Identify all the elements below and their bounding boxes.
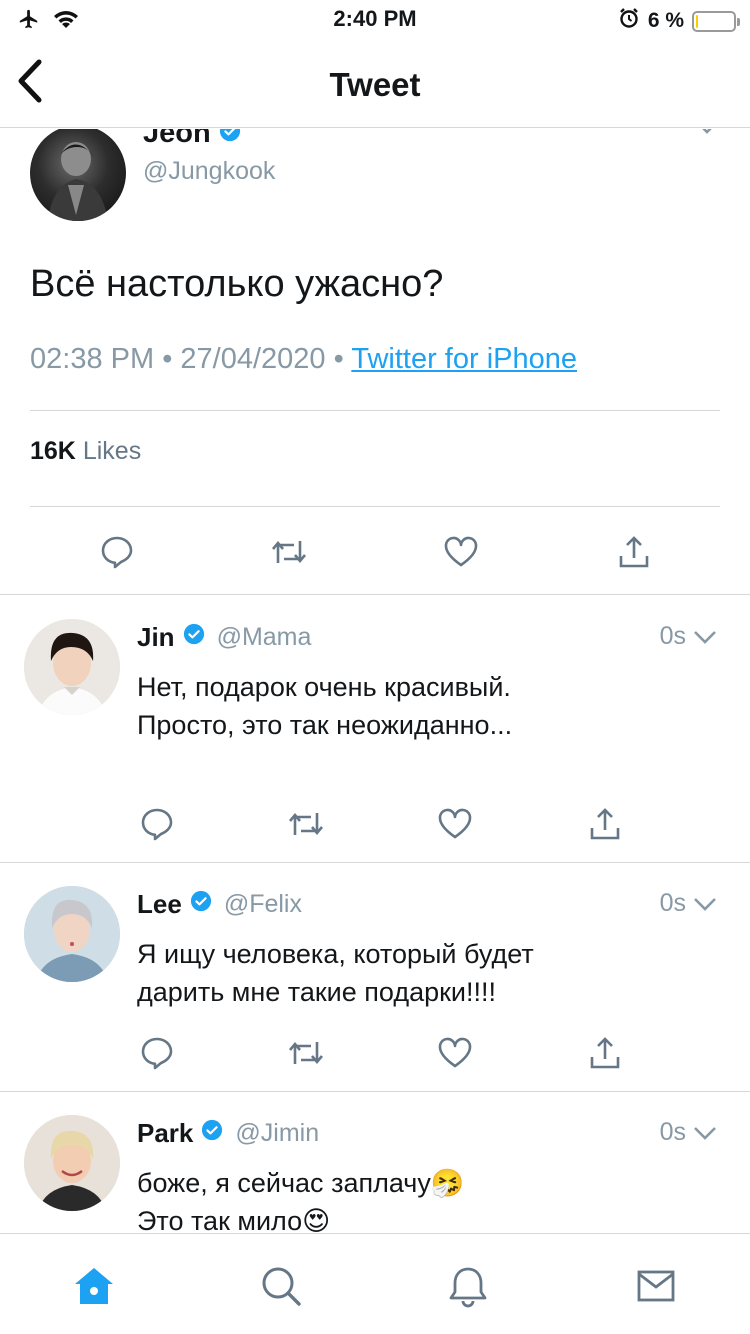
verified-badge-icon	[219, 129, 241, 147]
reply-time-row: 0s	[660, 889, 718, 918]
avatar[interactable]	[24, 886, 120, 982]
meta-separator: •	[162, 343, 173, 375]
reply-text: Я ищу человека, который будет дарить мне…	[137, 935, 727, 1011]
reply-button[interactable]	[97, 532, 137, 572]
retweet-icon	[272, 540, 306, 564]
tweet-source-link[interactable]: Twitter for iPhone	[351, 343, 577, 375]
battery-icon	[692, 10, 740, 32]
author-name[interactable]: Jeon	[143, 129, 211, 150]
share-button[interactable]	[614, 532, 654, 572]
reply-text-line: Я ищу человека, который будет	[137, 939, 534, 969]
verified-badge-icon	[190, 890, 212, 919]
author-row: Lee @Felix	[137, 889, 302, 920]
reply-button[interactable]	[137, 1033, 177, 1073]
tweet-meta: 02:38 PM • 27/04/2020 • Twitter for iPho…	[30, 343, 577, 376]
retweet-button[interactable]	[286, 804, 326, 844]
reply-text: боже, я сейчас заплачу🤧 Это так мило😍	[137, 1164, 727, 1233]
reply-actions	[0, 1033, 750, 1073]
reply-icon	[101, 536, 133, 569]
tab-messages[interactable]	[634, 1264, 678, 1308]
tweet-time: 02:38 PM	[30, 343, 155, 375]
reply-text-line: Нет, подарок очень красивый.	[137, 672, 511, 702]
tab-home[interactable]	[72, 1264, 116, 1308]
author-name[interactable]: Lee	[137, 889, 182, 920]
battery-level	[696, 14, 698, 28]
author-handle[interactable]: @Jungkook	[143, 157, 275, 186]
likes-row[interactable]: 16K Likes	[30, 437, 141, 466]
status-bar: 2:40 PM 6 %	[0, 0, 750, 40]
verified-badge-icon	[183, 623, 205, 652]
reply-time: 0s	[659, 889, 686, 917]
likes-label: Likes	[82, 437, 142, 465]
like-button[interactable]	[435, 1033, 475, 1073]
retweet-button[interactable]	[286, 1033, 326, 1073]
author-row: Jeon	[143, 129, 241, 150]
likes-count: 16K	[30, 437, 76, 465]
reply-icon	[141, 1037, 173, 1070]
like-button[interactable]	[435, 804, 475, 844]
author-handle[interactable]: @Mama	[217, 623, 312, 652]
heart-icon	[438, 808, 472, 839]
reply-time: 0s	[659, 1118, 686, 1146]
author-row: Park @Jimin	[137, 1118, 319, 1149]
author-name[interactable]: Jin	[137, 622, 175, 653]
chevron-down-icon[interactable]	[694, 129, 720, 140]
heart-icon	[444, 536, 478, 567]
divider	[30, 506, 720, 507]
main-tweet: Jeon @Jungkook Всё настолько ужасно? 02:…	[0, 129, 750, 595]
author-handle[interactable]: @Jimin	[235, 1119, 319, 1148]
avatar[interactable]	[24, 619, 120, 715]
retweet-icon	[289, 812, 323, 836]
nav-bar: Tweet	[0, 40, 750, 128]
avatar[interactable]	[24, 1115, 120, 1211]
reply-text-line: дарить мне такие подарки!!!!	[137, 977, 497, 1007]
chevron-down-icon[interactable]	[692, 1125, 718, 1141]
reply-item[interactable]: Park @Jimin 0s боже, я сейчас заплачу🤧 Э…	[0, 1092, 750, 1233]
reply-button[interactable]	[137, 804, 177, 844]
author-handle[interactable]: @Felix	[224, 890, 302, 919]
author-row: Jin @Mama	[137, 622, 311, 653]
reply-text-line: Это так мило😍	[137, 1206, 331, 1233]
tweet-text: Всё настолько ужасно?	[30, 263, 444, 305]
like-button[interactable]	[441, 532, 481, 572]
reply-icon	[141, 808, 173, 841]
chevron-down-icon[interactable]	[692, 896, 718, 912]
reply-time-row: 0s	[660, 622, 718, 651]
messages-icon	[637, 1270, 675, 1302]
status-right: 6 %	[618, 7, 740, 35]
reply-actions	[0, 804, 750, 844]
heart-icon	[438, 1037, 472, 1068]
share-button[interactable]	[585, 1033, 625, 1073]
reply-time: 0s	[659, 622, 686, 650]
share-icon	[590, 1037, 620, 1069]
home-icon	[75, 1268, 113, 1304]
alarm-icon	[618, 7, 640, 35]
reply-item[interactable]: Lee @Felix 0s Я ищу человека, который бу…	[0, 863, 750, 1092]
reply-text-line: боже, я сейчас заплачу🤧	[137, 1168, 465, 1198]
page-title: Tweet	[329, 66, 421, 103]
share-icon	[619, 536, 649, 568]
tab-search[interactable]	[259, 1264, 303, 1308]
tweet-actions	[0, 532, 750, 572]
reply-time-row: 0s	[660, 1118, 718, 1147]
tweet-date: 27/04/2020	[180, 343, 326, 375]
tab-bar	[0, 1233, 750, 1334]
share-button[interactable]	[585, 804, 625, 844]
retweet-icon	[289, 1041, 323, 1065]
share-icon	[590, 808, 620, 840]
reply-text-line: Просто, это так неожиданно...	[137, 710, 513, 740]
tab-notifications[interactable]	[446, 1264, 490, 1308]
reply-item[interactable]: Jin @Mama 0s Нет, подарок очень красивый…	[0, 596, 750, 863]
chevron-down-icon[interactable]	[692, 629, 718, 645]
verified-badge-icon	[201, 1119, 223, 1148]
avatar[interactable]	[30, 129, 126, 221]
search-icon	[262, 1267, 301, 1306]
reply-text: Нет, подарок очень красивый. Просто, это…	[137, 668, 727, 744]
notifications-icon	[449, 1267, 487, 1308]
divider	[30, 410, 720, 411]
meta-separator: •	[333, 343, 344, 375]
author-name[interactable]: Park	[137, 1118, 193, 1149]
retweet-button[interactable]	[269, 532, 309, 572]
battery-percent: 6 %	[647, 9, 684, 32]
